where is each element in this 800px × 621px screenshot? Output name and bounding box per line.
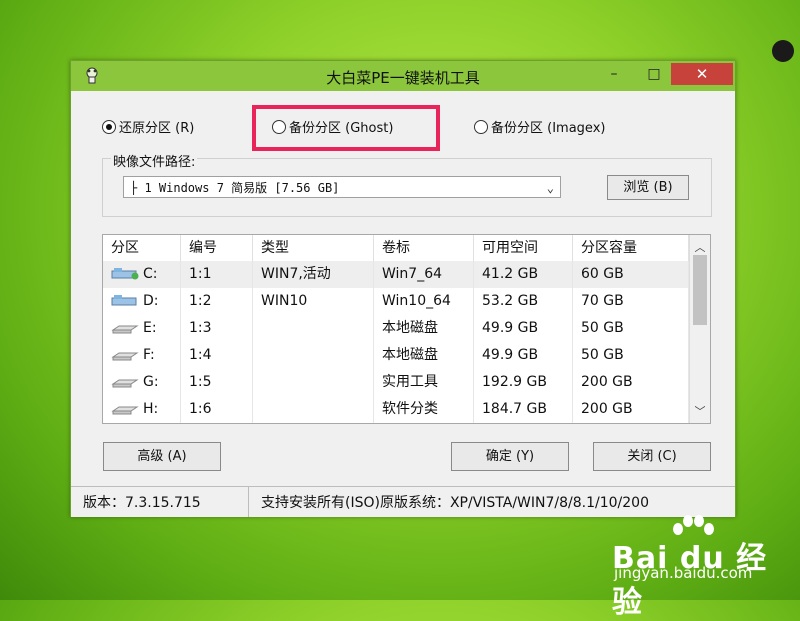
col-label[interactable]: 卷标 <box>374 235 474 261</box>
chevron-down-icon[interactable]: ﹀ <box>690 403 710 419</box>
table-row[interactable]: E: 1:3 本地磁盘 49.9 GB 50 GB <box>103 315 689 342</box>
scrollbar-thumb[interactable] <box>693 255 707 325</box>
close-dialog-button[interactable]: 关闭 (C) <box>593 442 711 471</box>
baidu-jingyan-watermark: Bai du 经验 jingyan.baidu.com <box>612 515 792 620</box>
col-type[interactable]: 类型 <box>253 235 374 261</box>
disk-drive-icon <box>111 379 139 388</box>
table-row[interactable]: F: 1:4 本地磁盘 49.9 GB 50 GB <box>103 342 689 369</box>
close-button[interactable]: ✕ <box>671 63 733 85</box>
radio-checked-icon[interactable] <box>102 120 116 134</box>
table-scrollbar[interactable]: ︿ ﹀ <box>689 235 710 423</box>
backup-imagex-label: 备份分区 (Imagex) <box>491 121 606 136</box>
partition-table: 分区 编号 类型 卷标 可用空间 分区容量 C: 1:1 WIN7,活动 Win… <box>102 234 711 424</box>
system-drive-icon <box>111 295 137 306</box>
col-free[interactable]: 可用空间 <box>474 235 573 261</box>
table-row[interactable]: D: 1:2 WIN10 Win10_64 53.2 GB 70 GB <box>103 288 689 315</box>
annotation-highlight-box <box>252 105 440 151</box>
status-divider <box>248 487 249 517</box>
col-partition[interactable]: 分区 <box>103 235 181 261</box>
maximize-button[interactable]: □ <box>637 63 671 85</box>
radio-unchecked-icon[interactable] <box>474 120 488 134</box>
restore-label: 还原分区 (R) <box>119 121 195 136</box>
disk-drive-icon <box>111 406 139 415</box>
browse-button[interactable]: 浏览 (B) <box>607 175 689 200</box>
table-row[interactable]: C: 1:1 WIN7,活动 Win7_64 41.2 GB 60 GB <box>103 261 689 288</box>
status-bar: 版本：7.3.15.715 支持安装所有(ISO)原版系统：XP/VISTA/W… <box>71 486 735 517</box>
ok-button[interactable]: 确定 (Y) <box>451 442 569 471</box>
minimize-button[interactable]: – <box>597 63 631 85</box>
table-row[interactable]: H: 1:6 软件分类 184.7 GB 200 GB <box>103 396 689 423</box>
col-size[interactable]: 分区容量 <box>573 235 689 261</box>
advanced-button[interactable]: 高级 (A) <box>103 442 221 471</box>
title-bar[interactable]: 大白菜PE一键装机工具 – □ ✕ <box>71 61 735 91</box>
chevron-up-icon[interactable]: ︿ <box>690 239 710 255</box>
support-info-text: 支持安装所有(ISO)原版系统：XP/VISTA/WIN7/8/8.1/10/2… <box>261 495 649 511</box>
table-row[interactable]: G: 1:5 实用工具 192.9 GB 200 GB <box>103 369 689 396</box>
image-file-value: ├ 1 Windows 7 简易版 [7.56 GB] <box>130 181 340 195</box>
watermark-url: jingyan.baidu.com <box>614 564 753 582</box>
col-number[interactable]: 编号 <box>181 235 253 261</box>
window-title: 大白菜PE一键装机工具 <box>326 69 480 87</box>
backup-imagex-option[interactable]: 备份分区 (Imagex) <box>474 117 605 136</box>
chevron-down-icon[interactable]: ⌄ <box>547 177 554 199</box>
background-decoration <box>772 40 794 62</box>
disk-drive-icon <box>111 325 139 334</box>
restore-option[interactable]: 还原分区 (R) <box>102 117 194 136</box>
image-file-select[interactable]: ├ 1 Windows 7 简易版 [7.56 GB] ⌄ <box>123 176 561 198</box>
version-text: 版本：7.3.15.715 <box>83 495 201 511</box>
installer-window: 大白菜PE一键装机工具 – □ ✕ 还原分区 (R) 备份分区 (Ghost) … <box>70 60 736 517</box>
image-path-label: 映像文件路径: <box>111 151 198 170</box>
system-drive-icon <box>111 268 139 280</box>
table-header: 分区 编号 类型 卷标 可用空间 分区容量 <box>103 235 689 261</box>
disk-drive-icon <box>111 352 139 361</box>
